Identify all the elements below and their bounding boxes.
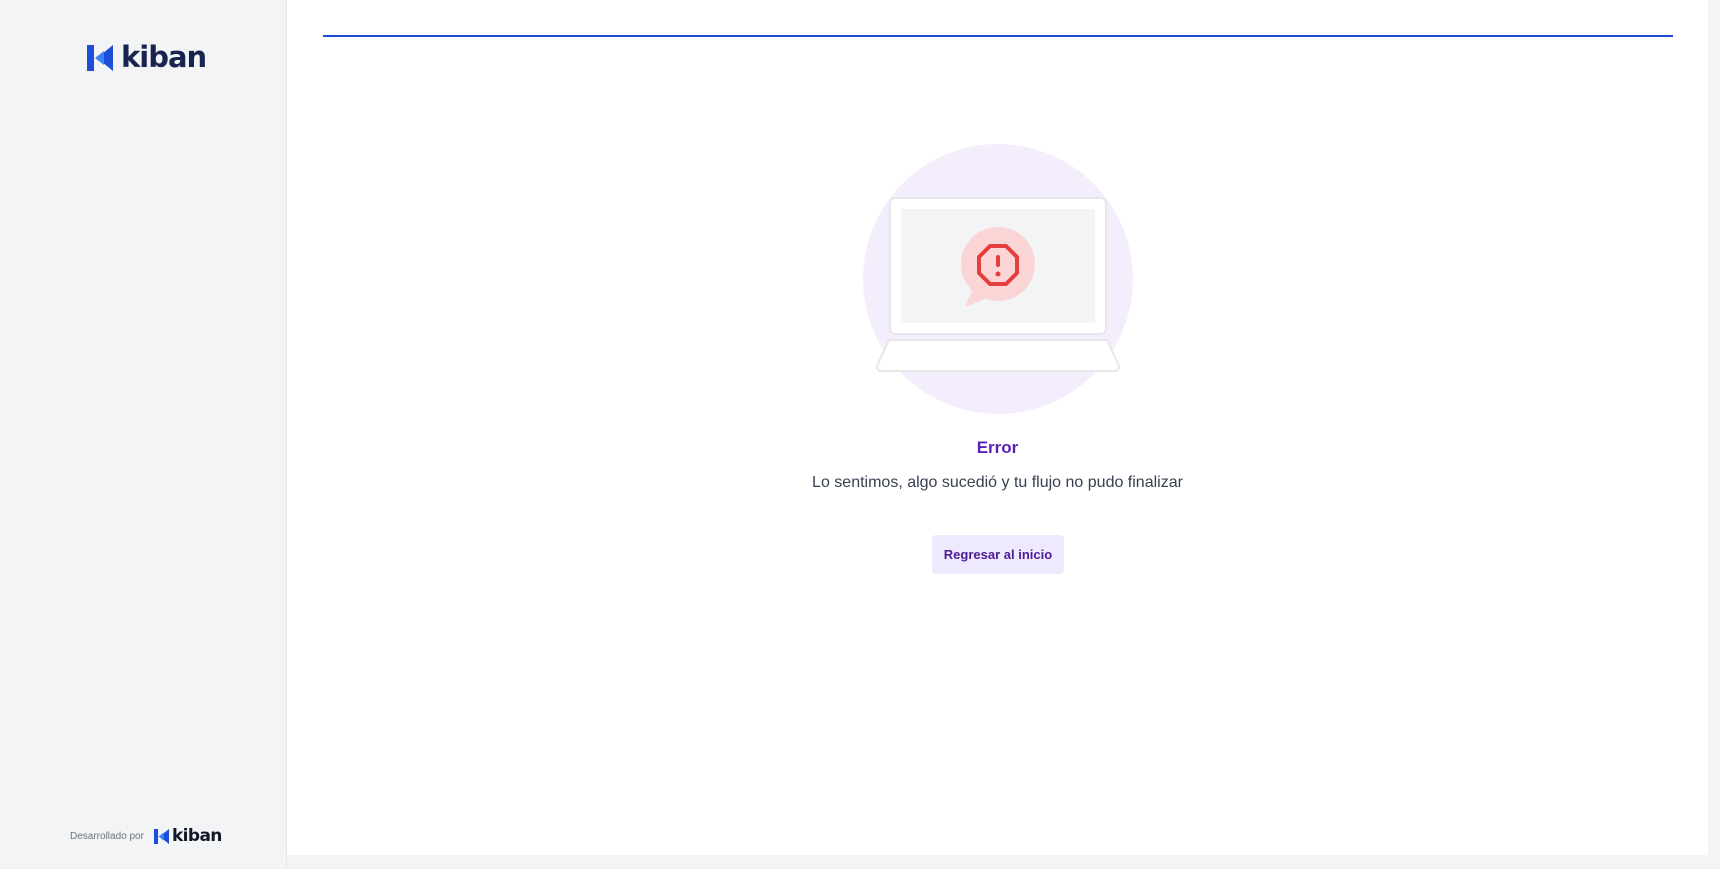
- powered-by: Desarrollado por kiban: [70, 828, 222, 845]
- powered-by-logo: kiban: [153, 826, 222, 846]
- error-title: Error: [976, 438, 1019, 457]
- main-content: Error Lo sentimos, algo sucedió y tu flu…: [287, 0, 1708, 855]
- page-edge: [1708, 0, 1720, 869]
- progress-bar: [323, 35, 1673, 37]
- kiban-logo-mark-icon: [87, 44, 113, 71]
- powered-by-label: Desarrollado por: [70, 831, 144, 842]
- error-message: Lo sentimos, algo sucedió y tu flujo no …: [812, 474, 1183, 491]
- progress-fill: [323, 35, 1673, 37]
- return-home-button[interactable]: Regresar al inicio: [932, 535, 1064, 574]
- error-illustration: [863, 144, 1133, 414]
- powered-by-brand: kiban: [171, 826, 222, 846]
- sidebar: kiban Desarrollado por kiban: [0, 0, 287, 869]
- kiban-mini-mark-icon: [153, 829, 169, 844]
- logo-wordmark: kiban: [121, 40, 207, 74]
- kiban-logo[interactable]: kiban: [87, 40, 207, 74]
